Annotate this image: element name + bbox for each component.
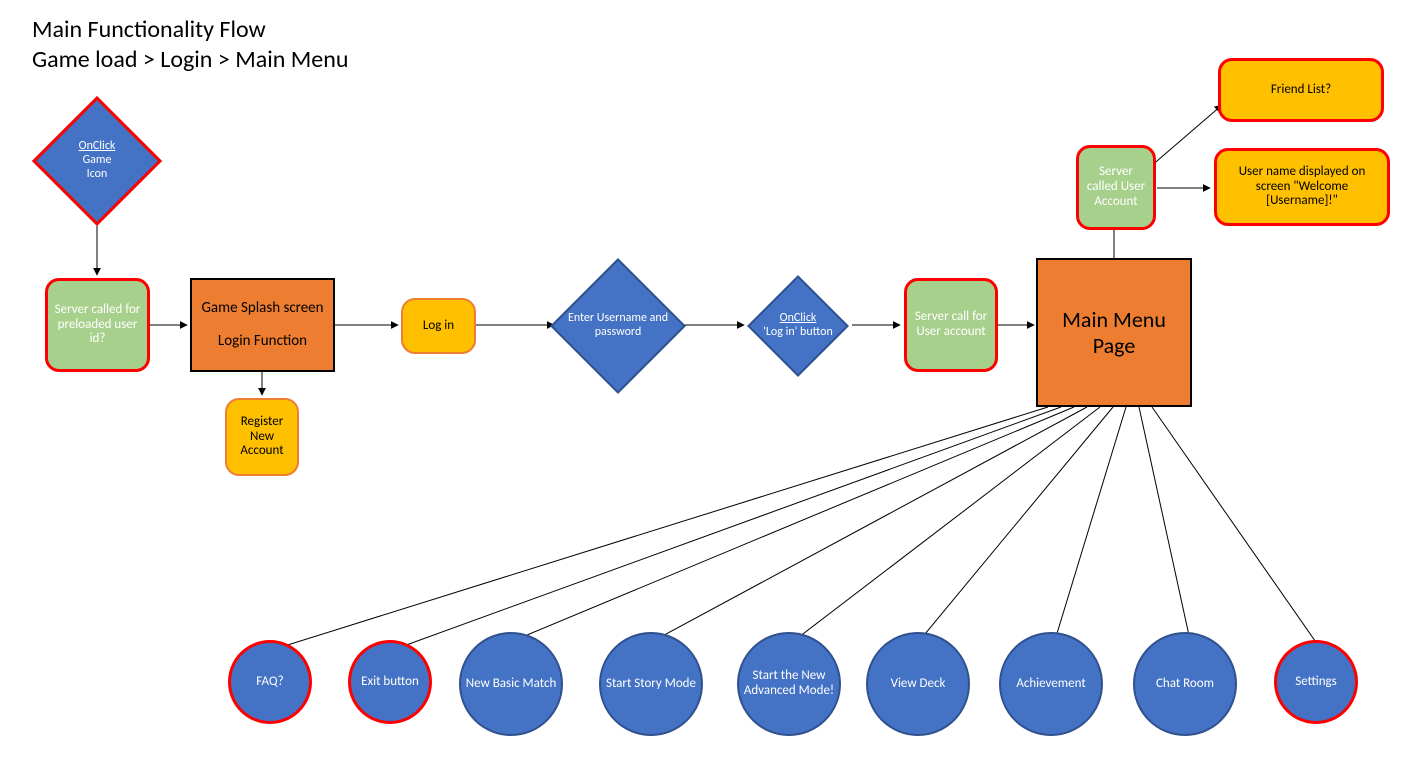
main-menu-page-text: Main Menu Page xyxy=(1042,307,1186,358)
title-line-2: Game load > Login > Main Menu xyxy=(32,45,348,75)
onclick-game-icon-line3: Icon xyxy=(87,168,108,182)
node-start-new-advanced-mode: Start the New Advanced Mode! xyxy=(737,632,841,736)
node-server-called-user-account: Server called User Account xyxy=(1076,145,1156,230)
log-in-text: Log in xyxy=(423,319,454,334)
register-new-text: Register New Account xyxy=(231,415,293,460)
start-story-mode-text: Start Story Mode xyxy=(606,677,696,692)
chat-room-text: Chat Room xyxy=(1156,677,1214,692)
node-welcome-message: User name displayed on screen "Welcome [… xyxy=(1214,148,1390,226)
server-preloaded-text: Server called for preloaded user id? xyxy=(52,303,143,348)
node-friend-list: Friend List? xyxy=(1218,58,1384,122)
settings-text: Settings xyxy=(1295,675,1337,690)
node-server-call-user: Server call for User account xyxy=(904,278,998,372)
onclick-login-line1: OnClick xyxy=(780,312,817,326)
game-splash-line2: Login Function xyxy=(218,333,307,350)
onclick-login-line2: 'Log in' button xyxy=(763,326,833,340)
node-faq: FAQ? xyxy=(228,640,312,724)
achievement-text: Achievement xyxy=(1016,677,1085,692)
onclick-game-icon-line2: Game xyxy=(83,154,112,168)
node-main-menu-page: Main Menu Page xyxy=(1036,258,1192,407)
node-enter-credentials: Enter Username and password xyxy=(570,278,666,374)
node-new-basic-match: New Basic Match xyxy=(459,632,563,736)
friend-list-text: Friend List? xyxy=(1271,83,1331,98)
node-chat-room: Chat Room xyxy=(1133,632,1237,736)
title-block: Main Functionality Flow Game load > Logi… xyxy=(32,15,348,75)
faq-text: FAQ? xyxy=(256,675,283,690)
view-deck-text: View Deck xyxy=(891,677,946,692)
node-log-in: Log in xyxy=(401,298,476,354)
exit-button-text: Exit button xyxy=(361,675,419,690)
title-line-1: Main Functionality Flow xyxy=(32,15,348,45)
node-exit-button: Exit button xyxy=(348,640,432,724)
server-call-user-text: Server call for User account xyxy=(911,310,991,340)
node-register-new-account: Register New Account xyxy=(225,398,299,476)
node-onclick-login-button: OnClick 'Log in' button xyxy=(762,290,834,362)
onclick-game-icon-line1: OnClick xyxy=(79,140,116,154)
welcome-message-text: User name displayed on screen "Welcome [… xyxy=(1221,165,1383,210)
node-start-story-mode: Start Story Mode xyxy=(599,632,703,736)
start-new-advanced-mode-text: Start the New Advanced Mode! xyxy=(743,669,835,699)
node-view-deck: View Deck xyxy=(866,632,970,736)
node-server-preloaded: Server called for preloaded user id? xyxy=(45,278,150,372)
enter-credentials-text: Enter Username and password xyxy=(558,312,678,340)
node-achievement: Achievement xyxy=(999,632,1103,736)
node-settings: Settings xyxy=(1274,640,1358,724)
server-called-user-account-text: Server called User Account xyxy=(1083,165,1149,210)
node-onclick-game-icon: OnClick Game Icon xyxy=(51,115,143,207)
new-basic-match-text: New Basic Match xyxy=(466,677,557,692)
game-splash-line1: Game Splash screen xyxy=(201,300,323,317)
node-game-splash: Game Splash screen Login Function xyxy=(190,278,335,372)
